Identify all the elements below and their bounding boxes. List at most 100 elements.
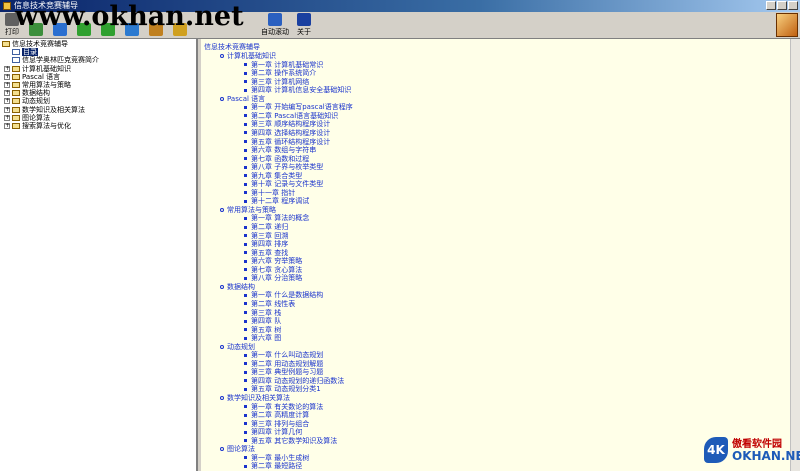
chapter-link[interactable]: 第二章 高精度计算 <box>244 411 309 419</box>
tree-item[interactable]: + 计算机基础知识 <box>0 65 196 73</box>
toolbar-button-label: 自动滚动 <box>261 28 289 36</box>
brand-badge: 4K <box>704 437 728 463</box>
expand-icon[interactable]: + <box>4 122 10 129</box>
chapter-link[interactable]: 第二章 Pascal语言基础知识 <box>244 112 338 120</box>
tree-item-label: Pascal 语言 <box>22 72 61 81</box>
chapter-link[interactable]: 第六章 穷举策略 <box>244 257 302 265</box>
chapter-link[interactable]: 第十章 记录与文件类型 <box>244 180 323 188</box>
chapter-link[interactable]: 第二章 用动态规划解题 <box>244 360 323 368</box>
expand-icon[interactable]: + <box>4 98 10 105</box>
chapter-link[interactable]: 第七章 函数和过程 <box>244 155 309 163</box>
chapter-link[interactable]: 第一章 计算机基础常识 <box>244 61 323 69</box>
tree-item[interactable]: + 搜索算法与优化 <box>0 122 196 130</box>
maximize-button[interactable] <box>777 1 787 10</box>
chapter-link[interactable]: 第九章 集合类型 <box>244 172 302 180</box>
tree-root-label: 信息技术竞赛辅导 <box>12 40 68 48</box>
chapter-link[interactable]: 第三章 顺序结构程序设计 <box>244 120 330 128</box>
app-icon <box>3 2 11 10</box>
tree-item[interactable]: + 常用算法与策略 <box>0 81 196 89</box>
chapter-link[interactable]: 第五章 其它数学知识及算法 <box>244 437 337 445</box>
chapter-link[interactable]: 第一章 什么叫动态规划 <box>244 351 323 359</box>
chapter-link[interactable]: 第五章 循环结构程序设计 <box>244 138 330 146</box>
section-link[interactable]: 常用算法与策略 <box>220 206 276 214</box>
chapter-link[interactable]: 第一章 什么是数据结构 <box>244 291 323 299</box>
expand-icon[interactable]: + <box>4 106 10 113</box>
tree-item-label: 计算机基础知识 <box>22 64 71 73</box>
chapter-link[interactable]: 第三章 栈 <box>244 309 281 317</box>
chapter-link[interactable]: 第一章 最小生成树 <box>244 454 309 462</box>
chapter-link[interactable]: 第四章 动态规划的递归函数法 <box>244 377 344 385</box>
chapter-link[interactable]: 第七章 贪心算法 <box>244 266 302 274</box>
brand-name-en: OKHAN.NET <box>732 449 800 463</box>
section-link[interactable]: 计算机基础知识 <box>220 52 276 60</box>
tree-item[interactable]: + 动态规划 <box>0 97 196 105</box>
chapter-link[interactable]: 第三章 典型例题与习题 <box>244 368 323 376</box>
chapter-link[interactable]: 第六章 数组与字符串 <box>244 146 316 154</box>
chapter-link[interactable]: 第六章 图 <box>244 334 281 342</box>
chapter-link[interactable]: 第十一章 指针 <box>244 189 295 197</box>
watermark-text: www.okhan.net <box>15 1 244 32</box>
book-icon <box>12 122 20 129</box>
scroll-icon <box>268 13 282 26</box>
book-icon <box>12 65 20 72</box>
section-link[interactable]: 动态规划 <box>220 343 255 351</box>
chapter-link[interactable]: 第八章 子界与枚举类型 <box>244 163 323 171</box>
expand-icon[interactable]: + <box>4 114 10 121</box>
tree-item-label: 数据结构 <box>22 89 50 98</box>
brand-name-cn: 傲看软件园 <box>732 439 782 450</box>
chapter-link[interactable]: 第八章 分治策略 <box>244 274 302 282</box>
chapter-link[interactable]: 第二章 递归 <box>244 223 288 231</box>
tree-item[interactable]: + 图论算法 <box>0 114 196 122</box>
expand-icon[interactable]: + <box>4 73 10 80</box>
section-link[interactable]: 数学知识及相关算法 <box>220 394 290 402</box>
tree-item-label: 目录 <box>22 48 38 57</box>
minimize-button[interactable] <box>766 1 776 10</box>
section-link[interactable]: 数据结构 <box>220 283 255 291</box>
content-pane: 信息技术竞赛辅导 计算机基础知识 第一章 计算机基础常识 第二章 操作系统简介 第三章… <box>201 39 800 471</box>
toolbar-button-label: 关于 <box>297 28 311 36</box>
book-icon <box>12 106 20 113</box>
close-button[interactable] <box>788 1 798 10</box>
chapter-link[interactable]: 第五章 树 <box>244 326 281 334</box>
tree-item[interactable]: + 数学知识及相关算法 <box>0 106 196 114</box>
chapter-link[interactable]: 第一章 开始编写pascal语言程序 <box>244 103 353 111</box>
navigation-tree: 信息技术竞赛辅导 目录 信息学奥林匹克竞赛简介 + 计算机基础知识 + Pascal 语言 +… <box>0 39 198 471</box>
page-icon <box>12 57 20 64</box>
section-link[interactable]: Pascal 语言 <box>220 95 265 103</box>
chapter-link[interactable]: 第三章 排列与组合 <box>244 420 309 428</box>
chapter-link[interactable]: 第三章 回溯 <box>244 232 288 240</box>
content-root-title[interactable]: 信息技术竞赛辅导 <box>204 43 260 51</box>
tree-item-label: 常用算法与策略 <box>22 80 71 89</box>
book-icon <box>12 81 20 88</box>
page-icon <box>12 49 20 56</box>
tree-item[interactable]: + Pascal 语言 <box>0 73 196 81</box>
toolbar-button-about[interactable]: 关于 <box>296 13 312 37</box>
chapter-link[interactable]: 第四章 计算机信息安全基础知识 <box>244 86 351 94</box>
tree-item-label: 图论算法 <box>22 113 50 122</box>
vertical-scrollbar[interactable] <box>790 39 800 471</box>
chapter-link[interactable]: 第四章 选择结构程序设计 <box>244 129 330 137</box>
chapter-link[interactable]: 第三章 计算机网络 <box>244 78 309 86</box>
tree-root[interactable]: 信息技术竞赛辅导 <box>0 40 196 48</box>
chapter-link[interactable]: 第十二章 程序调试 <box>244 197 309 205</box>
expand-icon[interactable]: + <box>4 90 10 97</box>
window-controls <box>766 1 798 10</box>
chapter-link[interactable]: 第二章 线性表 <box>244 300 295 308</box>
expand-icon[interactable]: + <box>4 81 10 88</box>
book-icon <box>12 73 20 80</box>
toolbar-button-autoscroll[interactable]: 自动滚动 <box>258 13 292 37</box>
section-link[interactable]: 图论算法 <box>220 445 255 453</box>
tree-item-label: 数学知识及相关算法 <box>22 105 85 114</box>
chapter-link[interactable]: 第五章 查找 <box>244 249 288 257</box>
chapter-link[interactable]: 第二章 最短路径 <box>244 462 302 470</box>
book-icon <box>12 98 20 105</box>
tree-item[interactable]: 信息学奥林匹克竞赛简介 <box>0 56 196 64</box>
chapter-link[interactable]: 第四章 计算几何 <box>244 428 302 436</box>
chapter-link[interactable]: 第一章 算法的概念 <box>244 214 309 222</box>
chapter-link[interactable]: 第一章 有关数论的算法 <box>244 403 323 411</box>
chapter-link[interactable]: 第二章 操作系统简介 <box>244 69 316 77</box>
chapter-link[interactable]: 第四章 排序 <box>244 240 288 248</box>
chapter-link[interactable]: 第五章 动态规划分类1 <box>244 385 321 393</box>
chapter-link[interactable]: 第四章 队 <box>244 317 281 325</box>
expand-icon[interactable]: + <box>4 65 10 72</box>
